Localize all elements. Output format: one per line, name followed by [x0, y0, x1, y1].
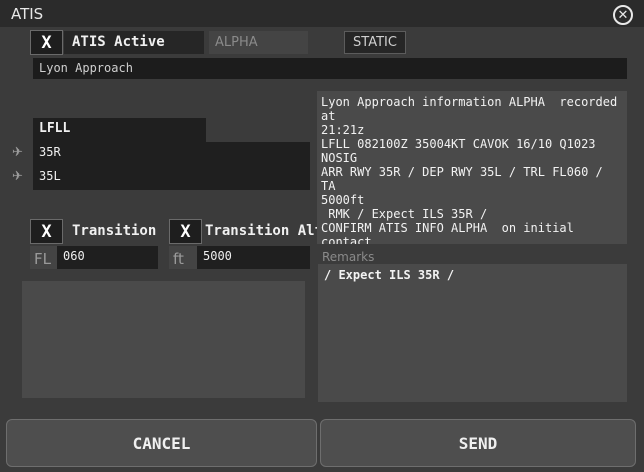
- station-name-field[interactable]: Lyon Approach: [33, 58, 627, 79]
- atis-active-checkbox[interactable]: X: [30, 30, 63, 55]
- remarks-input[interactable]: / Expect ILS 35R /: [318, 264, 627, 402]
- atis-active-label: ATIS Active: [72, 34, 165, 50]
- transition-level-checkbox[interactable]: X: [30, 219, 63, 244]
- arrival-runway-field[interactable]: 35R: [33, 142, 310, 166]
- send-button[interactable]: SEND: [320, 419, 636, 467]
- transition-level-label: Transition: [72, 223, 157, 239]
- window-title: ATIS: [11, 5, 44, 23]
- atis-letter-field[interactable]: ALPHA: [209, 31, 308, 54]
- runway-plane-icon: ✈: [12, 169, 23, 184]
- runway-plane-icon: ✈: [12, 145, 23, 160]
- empty-info-panel: [22, 281, 305, 398]
- airport-icao-field[interactable]: LFLL: [33, 118, 206, 142]
- departure-runway-field[interactable]: 35L: [33, 166, 310, 190]
- atis-preview-text: Lyon Approach information ALPHA recorded…: [317, 91, 627, 244]
- transition-altitude-label: Transition Alti: [205, 223, 325, 239]
- transition-altitude-checkbox[interactable]: X: [169, 219, 202, 244]
- atis-active-label-box: ATIS Active: [64, 31, 204, 54]
- static-mode-badge[interactable]: STATIC: [344, 31, 406, 54]
- title-bar: ATIS ✕: [0, 0, 644, 27]
- remarks-label: Remarks: [322, 250, 375, 264]
- close-icon[interactable]: ✕: [613, 5, 633, 25]
- transition-altitude-field[interactable]: 5000: [197, 246, 310, 269]
- transition-level-field[interactable]: 060: [57, 246, 158, 269]
- transition-altitude-unit: ft: [169, 246, 199, 269]
- cancel-button[interactable]: CANCEL: [6, 419, 317, 467]
- transition-level-unit: FL: [30, 246, 60, 269]
